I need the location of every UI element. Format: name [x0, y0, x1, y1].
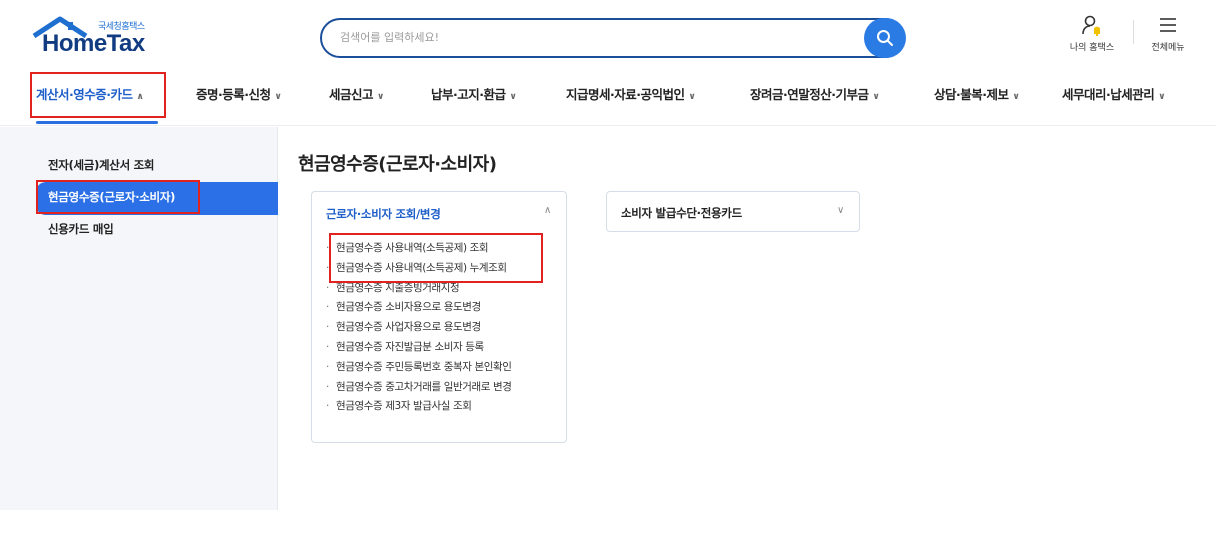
panel-title: 소비자 발급수단·전용카드	[621, 206, 742, 220]
all-menu-label: 전체메뉴	[1151, 43, 1185, 53]
panel-header[interactable]: 근로자·소비자 조회/변경 ∧	[312, 192, 566, 232]
list-item[interactable]: · 현금영수증 사업자용으로 용도변경	[326, 319, 512, 339]
bullet-icon: ·	[326, 360, 329, 373]
search-input[interactable]	[340, 28, 860, 46]
chevron-up-icon: ∧	[544, 205, 552, 216]
gnb-item-payment[interactable]: 납부·고지·환급 ∨	[431, 84, 520, 110]
gnb-active-underline	[36, 121, 158, 124]
user-bell-icon	[1082, 15, 1100, 36]
panel-title: 근로자·소비자 조회/변경	[326, 207, 441, 221]
page-title: 현금영수증(근로자·소비자)	[298, 154, 497, 175]
gnb-label: 장려금·연말정산·기부금	[750, 87, 869, 102]
sidebar-item-e-invoice[interactable]: 전자(세금)계산서 조회	[48, 157, 154, 177]
gnb-item-tax-agent[interactable]: 세무대리·납세관리 ∨	[1062, 84, 1168, 110]
chevron-down-icon: ∨	[274, 92, 282, 102]
bullet-icon: ·	[326, 281, 329, 294]
link-label: 현금영수증 제3자 발급사실 조회	[336, 400, 472, 413]
my-hometax-button[interactable]: 나의 홈택스	[1062, 14, 1122, 62]
chevron-down-icon: ∨	[1158, 92, 1166, 102]
link-label: 현금영수증 중고차거래를 일반거래로 변경	[336, 380, 512, 393]
list-item[interactable]: · 현금영수증 소비자용으로 용도변경	[326, 299, 512, 319]
consumer-issuance-panel[interactable]: 소비자 발급수단·전용카드 ∨	[606, 191, 860, 232]
bullet-icon: ·	[326, 340, 329, 353]
logo-text: HomeTax	[42, 30, 145, 57]
gnb-item-statements[interactable]: 지급명세·자료·공익법인 ∨	[566, 84, 699, 110]
gnb-label: 증명·등록·신청	[196, 87, 271, 102]
bullet-icon: ·	[326, 400, 329, 413]
chevron-down-icon: ∨	[509, 92, 517, 102]
gnb-item-certificates[interactable]: 증명·등록·신청 ∨	[196, 84, 285, 110]
hometax-logo[interactable]: 국세청홈택스 HomeTax	[32, 16, 172, 58]
link-label: 현금영수증 주민등록번호 중복자 본인확인	[336, 360, 512, 373]
highlight-box-gnb	[30, 72, 166, 118]
header: 국세청홈택스 HomeTax 나의 홈택스 전체메뉴	[0, 0, 1216, 70]
highlight-box-sidebar	[36, 180, 200, 214]
list-item[interactable]: · 현금영수증 제3자 발급사실 조회	[326, 398, 512, 418]
chevron-down-icon: ∨	[872, 92, 880, 102]
search-bar	[320, 18, 906, 58]
my-hometax-label: 나의 홈택스	[1069, 43, 1115, 53]
highlight-box-links	[329, 233, 543, 283]
link-label: 현금영수증 지출증빙거래지정	[336, 281, 460, 294]
link-label: 현금영수증 자진발급분 소비자 등록	[336, 340, 484, 353]
chevron-down-icon: ∨	[837, 205, 845, 216]
gnb-label: 세금신고	[329, 87, 374, 102]
list-item[interactable]: · 현금영수증 중고차거래를 일반거래로 변경	[326, 379, 512, 399]
sidebar-item-label: 전자(세금)계산서 조회	[48, 158, 155, 172]
hamburger-menu-icon	[1160, 18, 1176, 32]
sidebar-item-label: 신용카드 매입	[48, 222, 114, 236]
sidebar-item-credit-card[interactable]: 신용카드 매입	[48, 221, 114, 241]
chevron-down-icon: ∨	[688, 92, 696, 102]
worker-consumer-panel: 근로자·소비자 조회/변경 ∧ · 현금영수증 사용내역(소득공제) 조회 · 현금…	[311, 191, 567, 443]
gnb-label: 상담·불복·제보	[934, 87, 1009, 102]
util-divider	[1133, 20, 1134, 44]
gnb-item-consulting[interactable]: 상담·불복·제보 ∨	[934, 84, 1023, 110]
global-nav: 계산서·영수증·카드 ∧ 증명·등록·신청 ∨ 세금신고 ∨ 납부·고지·환급 ∨ 지급…	[0, 70, 1216, 126]
chevron-down-icon: ∨	[377, 92, 384, 102]
gnb-label: 지급명세·자료·공익법인	[566, 87, 685, 102]
chevron-down-icon: ∨	[1012, 92, 1020, 102]
bullet-icon: ·	[326, 321, 329, 334]
bullet-icon: ·	[326, 301, 329, 314]
link-label: 현금영수증 사업자용으로 용도변경	[336, 321, 481, 334]
gnb-item-tax-filing[interactable]: 세금신고 ∨	[329, 84, 387, 110]
all-menu-button[interactable]: 전체메뉴	[1138, 14, 1198, 62]
gnb-label: 납부·고지·환급	[431, 87, 506, 102]
gnb-item-incentives[interactable]: 장려금·연말정산·기부금 ∨	[750, 84, 883, 110]
search-button[interactable]	[864, 18, 906, 58]
search-icon	[877, 30, 893, 46]
bullet-icon: ·	[326, 380, 329, 393]
gnb-label: 세무대리·납세관리	[1062, 87, 1155, 102]
list-item[interactable]: · 현금영수증 주민등록번호 중복자 본인확인	[326, 359, 512, 379]
link-label: 현금영수증 소비자용으로 용도변경	[336, 301, 481, 314]
list-item[interactable]: · 현금영수증 자진발급분 소비자 등록	[326, 339, 512, 359]
